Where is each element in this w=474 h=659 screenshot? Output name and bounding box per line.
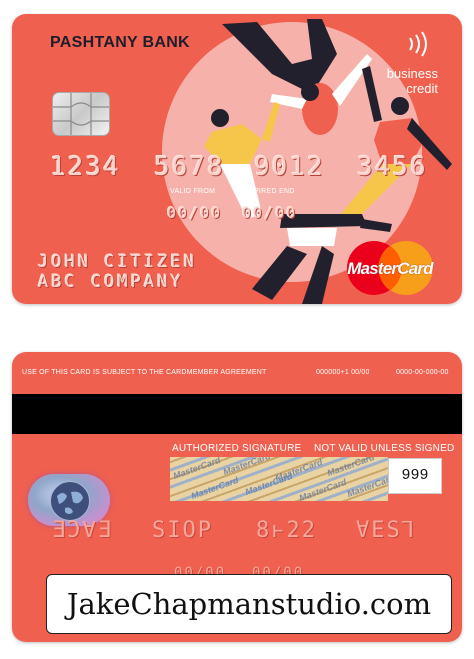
authorized-signature-label: AUTHORIZED SIGNATURE (172, 443, 302, 454)
valid-from-label: VALID FROM (170, 188, 216, 195)
signature-panel-text: MasterCard (221, 457, 272, 478)
signature-panel-text: MasterCard (189, 474, 240, 501)
signature-panel-text: MasterCard (325, 457, 376, 479)
back-embossed-group-1: ƎƆ∀Ǝ (52, 518, 113, 543)
signature-panel-text: MasterCard (171, 457, 222, 482)
expired-end-label: EXPIRED END (244, 188, 295, 195)
card-front: PASHTANY BANK business credit 1234 5678 … (12, 14, 462, 304)
mastercard-logo: MasterCard (342, 240, 438, 296)
signature-panel-text: MasterCard (297, 476, 348, 501)
mastercard-wordmark: MasterCard (347, 259, 433, 278)
contactless-icon (409, 31, 427, 57)
valid-from-value: 00/00 (167, 204, 223, 222)
company-name: ABC COMPANY (38, 272, 184, 292)
cardholder-name: JOHN CITIZEN (38, 252, 197, 272)
terms-text: USE OF THIS CARD IS SUBJECT TO THE CARDM… (22, 369, 267, 376)
back-embossed-group-4: ⱯES⅂ (356, 518, 416, 543)
signature-panel-text: MasterCard (243, 470, 294, 498)
card-type-credit: credit (406, 81, 438, 96)
phone-number-1: 000000+1 00/00 (316, 369, 370, 376)
card-number-group-3: 9012 (254, 152, 325, 182)
back-embossed-group-3: 8ⱶ22 (256, 518, 317, 543)
not-valid-label: NOT VALID UNLESS SIGNED (314, 443, 455, 454)
card-type-business: business (386, 66, 438, 81)
magnetic-stripe (12, 394, 462, 434)
signature-panel-text: MasterCard (345, 472, 388, 500)
cvv-box: 999 (388, 458, 442, 494)
card-number-group-4: 3456 (357, 152, 428, 182)
bank-name: PASHTANY BANK (50, 34, 190, 51)
back-embossed-group-2: SIOP (152, 518, 213, 543)
watermark-banner: JakeChapmanstudio.com (46, 574, 452, 634)
globe-icon (50, 481, 90, 521)
card-number-group-1: 1234 (50, 152, 121, 182)
signature-panel: MasterCard MasterCard MasterCard MasterC… (170, 457, 388, 501)
expired-end-value: 00/00 (242, 204, 298, 222)
emv-chip-icon (52, 92, 110, 136)
phone-number-2: 0000-00-000-00 (396, 369, 449, 376)
card-number-group-2: 5678 (154, 152, 225, 182)
